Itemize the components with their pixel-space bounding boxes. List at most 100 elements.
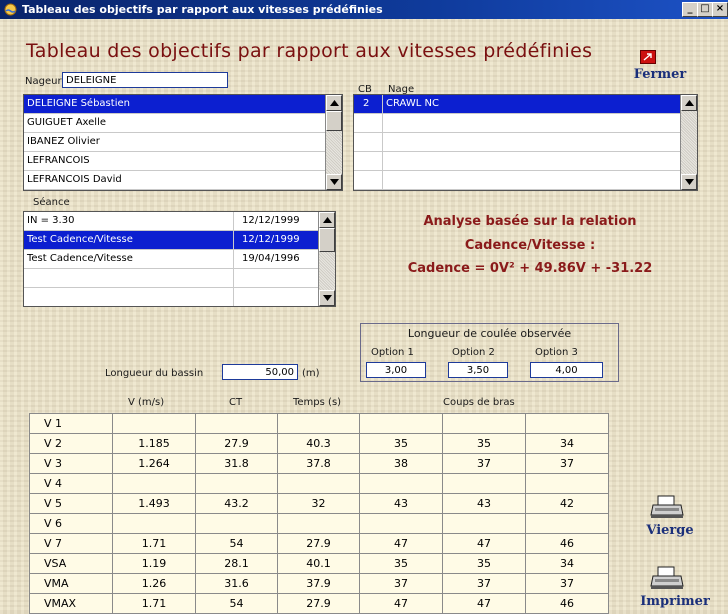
strokes-opt1-cell: 35 [359,433,443,454]
swimmer-list-item[interactable]: GUIGUET Axelle [24,114,342,133]
swimmer-input[interactable] [62,72,228,88]
col-header-ct: CT [229,397,243,408]
session-list-item[interactable]: Test Cadence/Vitesse 12/12/1999 [24,231,335,250]
strokes-opt3-cell: 37 [525,573,609,594]
minimize-button[interactable]: _ [682,2,698,17]
strokes-opt3-cell: 34 [525,553,609,574]
session-name [24,269,234,287]
speed-label: VMA [29,573,113,594]
scroll-up-button[interactable] [319,212,335,228]
table-row: VMA 1.26 31.6 37.9 37 37 37 [29,573,609,594]
table-row: V 3 1.264 31.8 37.8 38 37 37 [29,453,609,474]
close-icon[interactable] [640,50,656,64]
stroke-name [383,171,680,189]
swimmer-list-item[interactable]: DELEIGNE Sébastien [24,95,342,114]
session-list-item[interactable]: IN = 3.30 12/12/1999 [24,212,335,231]
option-1-input[interactable] [366,362,426,378]
strokes-opt3-cell [525,473,609,494]
scroll-up-button[interactable] [326,95,342,111]
scroll-track[interactable] [326,131,342,174]
print-button[interactable]: Imprimer [630,594,720,609]
stroke-cb [354,133,383,151]
strokes-opt1-cell: 38 [359,453,443,474]
analysis-line-2: Cadence/Vitesse : [464,238,596,253]
session-list[interactable]: IN = 3.30 12/12/1999 Test Cadence/Vitesse 1… [23,211,336,307]
scroll-track[interactable] [319,252,335,290]
pool-length-label: Longueur du bassin [105,368,204,379]
option-2-input[interactable] [448,362,508,378]
ct-cell: 31.8 [195,453,278,474]
swimmer-name: LEFRANCOIS [27,155,90,166]
stroke-list-scrollbar[interactable] [680,95,697,190]
session-name [24,288,234,306]
stroke-list-item[interactable] [354,171,697,190]
session-list-item[interactable] [24,288,335,306]
session-date: 12/12/1999 [242,215,300,226]
page-title: Tableau des objectifs par rapport aux vi… [26,40,593,62]
speed-cell: 1.19 [112,553,196,574]
stroke-list-item[interactable] [354,114,697,133]
session-name: Test Cadence/Vitesse [24,250,234,268]
scroll-down-button[interactable] [681,174,697,190]
swimmer-name: DELEIGNE Sébastien [27,98,130,109]
strokes-opt1-cell: 37 [359,573,443,594]
scroll-thumb[interactable] [319,228,335,252]
option-2-label: Option 2 [452,347,495,358]
swimmer-list-item[interactable]: LEFRANCOIS [24,152,342,171]
option-1-label: Option 1 [371,347,414,358]
strokes-opt2-cell: 35 [442,433,526,454]
speed-cell [112,513,196,534]
time-cell [277,513,360,534]
ct-cell: 54 [195,533,278,554]
window-close-button[interactable]: × [712,2,728,17]
stroke-name [383,114,680,132]
stroke-list-item[interactable] [354,133,697,152]
session-list-item[interactable] [24,269,335,288]
session-name: Test Cadence/Vitesse [24,231,234,249]
scroll-track[interactable] [681,111,697,174]
speed-cell: 1.493 [112,493,196,514]
printer-icon[interactable] [650,495,684,522]
stroke-list[interactable]: 2 CRAWL NC [353,94,698,191]
strokes-opt1-cell: 43 [359,493,443,514]
table-row: V 1 [29,413,609,434]
swimmer-list-item[interactable]: LEFRANCOIS David [24,171,342,190]
stroke-list-item[interactable]: 2 CRAWL NC [354,95,697,114]
close-button[interactable]: Fermer [620,67,700,82]
session-list-scrollbar[interactable] [318,212,335,306]
glide-length-title: Longueur de coulée observée [407,327,572,340]
scroll-up-button[interactable] [681,95,697,111]
strokes-opt3-cell: 46 [525,533,609,554]
table-row: VSA 1.19 28.1 40.1 35 35 34 [29,553,609,574]
printer-icon[interactable] [650,566,684,593]
speed-label: V 2 [29,433,113,454]
stroke-name: CRAWL NC [386,98,439,109]
strokes-opt2-cell: 37 [442,573,526,594]
speed-label: V 4 [29,473,113,494]
ct-cell [195,513,278,534]
speed-label: VSA [29,553,113,574]
session-date [234,288,320,306]
option-3-input[interactable] [530,362,603,378]
time-cell: 37.9 [277,573,360,594]
stroke-list-item[interactable] [354,152,697,171]
speed-label: VMAX [29,593,113,614]
scroll-down-button[interactable] [326,174,342,190]
blank-button[interactable]: Vierge [630,523,710,538]
swimmer-list-item[interactable]: IBANEZ Olivier [24,133,342,152]
swimmer-list-scrollbar[interactable] [325,95,342,190]
pool-length-input[interactable] [222,364,298,380]
scroll-down-button[interactable] [319,290,335,306]
ct-cell: 54 [195,593,278,614]
strokes-opt2-cell [442,473,526,494]
time-cell: 37.8 [277,453,360,474]
ct-cell [195,413,278,434]
scroll-thumb[interactable] [326,111,342,131]
session-list-item[interactable]: Test Cadence/Vitesse 19/04/1996 [24,250,335,269]
table-row: V 7 1.71 54 27.9 47 47 46 [29,533,609,554]
maximize-button[interactable]: □ [697,2,713,17]
strokes-opt1-cell: 47 [359,593,443,614]
swimmer-list[interactable]: DELEIGNE Sébastien GUIGUET Axelle IBANEZ O… [23,94,343,191]
ct-cell: 27.9 [195,433,278,454]
objectives-table: V 1V 2 1.185 27.9 40.3 35 35 34 V 3 1.264 31.8 37.… [29,413,609,614]
